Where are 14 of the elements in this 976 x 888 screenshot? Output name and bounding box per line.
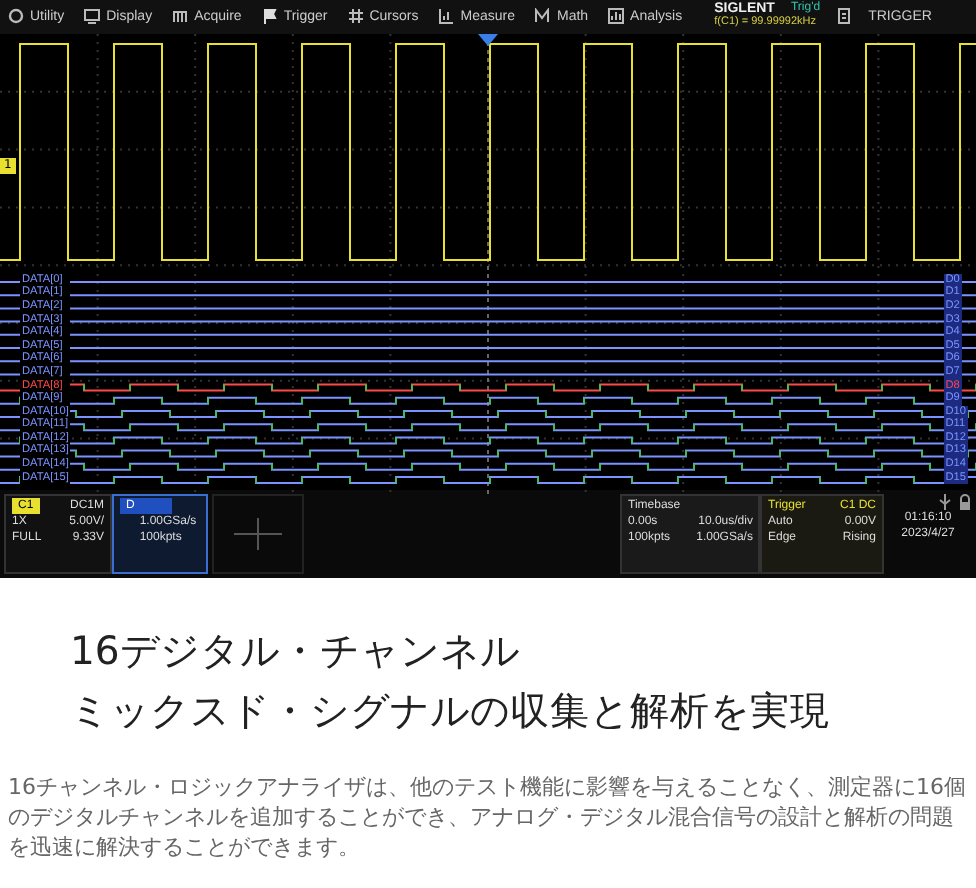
chart-icon bbox=[438, 8, 455, 25]
analysis-icon bbox=[608, 8, 625, 25]
usb-icon bbox=[938, 493, 952, 510]
heading: 16デジタル・チャンネル bbox=[68, 626, 522, 678]
flag-icon bbox=[261, 8, 278, 25]
acquire-icon bbox=[172, 8, 189, 25]
monitor-icon bbox=[84, 8, 101, 25]
lock-icon bbox=[958, 493, 972, 510]
grid-icon bbox=[347, 8, 364, 25]
add-icon[interactable] bbox=[234, 517, 282, 550]
description-paragraph: 16チャンネル・ロジックアナライザは、他のテスト機能に影響を与えることなく、測定器に16個のデジタルチャンネルを追加することができ、アナログ・デジタル混合信号の設計と解析の問題を迅速に解決することができます。 bbox=[6, 772, 968, 862]
heading: ミックスド・シグナルの収集と解析を実現 bbox=[68, 686, 832, 738]
math-icon bbox=[534, 8, 551, 25]
panel-icon bbox=[836, 8, 853, 25]
